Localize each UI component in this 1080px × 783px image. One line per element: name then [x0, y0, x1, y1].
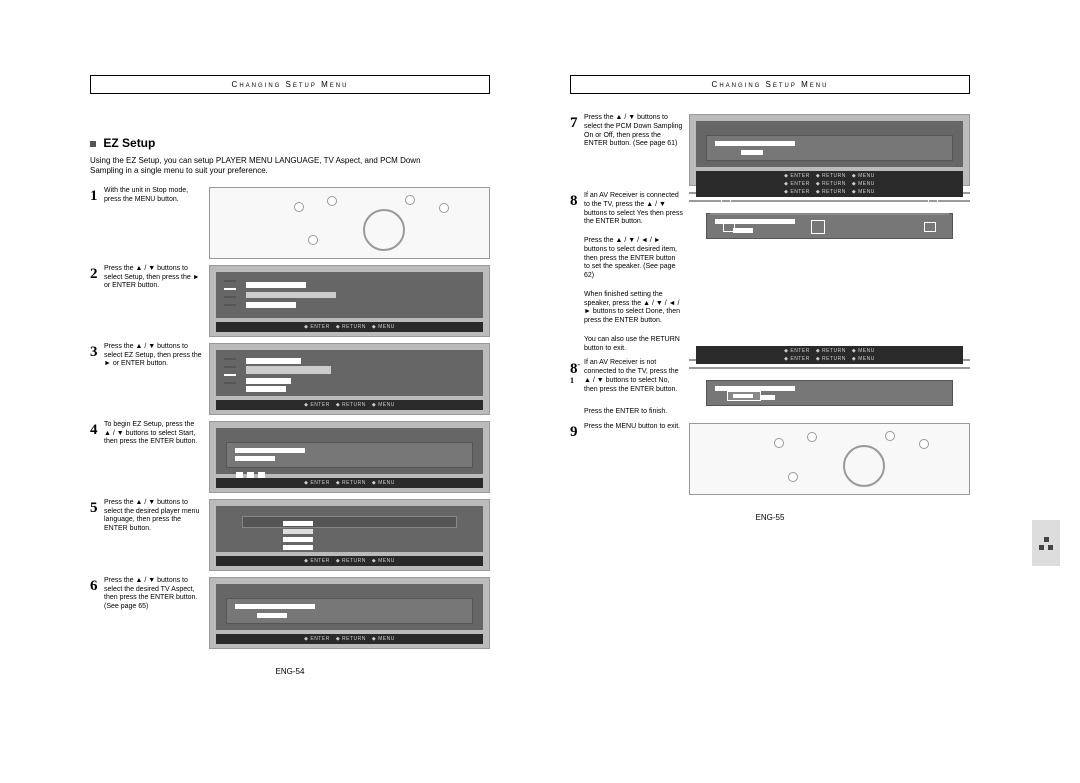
step-2: 2 Press the ▲ / ▼ buttons to select Setu…: [90, 265, 490, 337]
page-right: Changing Setup Menu 7 Press the ▲ / ▼ bu…: [570, 75, 970, 522]
step-8-1: 8-1 If an AV Receiver is not connected t…: [570, 359, 970, 417]
section-tab: [1032, 520, 1060, 566]
tab-square-icon: [1044, 537, 1049, 542]
screen-illustration: ◆ ENTER ◆ RETURN ◆ MENU: [209, 265, 490, 337]
osd-footer: ◆ ENTER ◆ RETURN ◆ MENU: [216, 634, 483, 644]
tab-square-icon: [1039, 545, 1044, 550]
step-7: 7 Press the ▲ / ▼ buttons to select the …: [570, 114, 970, 186]
intro-text: Using the EZ Setup, you can setup PLAYER…: [90, 156, 490, 177]
remote-illustration: [689, 423, 970, 495]
page-number-left: ENG-54: [90, 667, 490, 676]
step-8: 8 If an AV Receiver is connected to the …: [570, 192, 970, 353]
speaker-setup-illustration: ◆ ENTER◆ RETURN◆ MENU: [689, 200, 970, 202]
screen-illustration: ◆ ENTER ◆ RETURN ◆ MENU: [689, 114, 970, 186]
header-title-left: Changing Setup Menu: [90, 75, 490, 94]
step-9: 9 Press the MENU button to exit.: [570, 423, 970, 495]
step-1: 1 With the unit in Stop mode, press the …: [90, 187, 490, 259]
step-4: 4 To begin EZ Setup, press the ▲ / ▼ but…: [90, 421, 490, 493]
osd-footer: ◆ ENTER ◆ RETURN ◆ MENU: [216, 400, 483, 410]
tab-square-icon: [1048, 545, 1053, 550]
section-title: EZ Setup: [90, 136, 490, 150]
step-3: 3 Press the ▲ / ▼ buttons to select EZ S…: [90, 343, 490, 415]
screen-illustration: ◆ ENTER◆ RETURN◆ MENU: [689, 367, 970, 369]
remote-illustration: [209, 187, 490, 259]
step-6: 6 Press the ▲ / ▼ buttons to select the …: [90, 577, 490, 649]
screen-illustration: ◆ ENTER ◆ RETURN ◆ MENU: [209, 421, 490, 493]
osd-footer: ◆ ENTER ◆ RETURN ◆ MENU: [216, 322, 483, 332]
screen-illustration: ◆ ENTER ◆ RETURN ◆ MENU: [209, 343, 490, 415]
square-bullet-icon: [90, 141, 96, 147]
page-number-right: ENG-55: [570, 513, 970, 522]
osd-footer: ◆ ENTER ◆ RETURN ◆ MENU: [216, 478, 483, 488]
screen-illustration: ◆ ENTER ◆ RETURN ◆ MENU: [209, 577, 490, 649]
osd-footer: ◆ ENTER ◆ RETURN ◆ MENU: [216, 556, 483, 566]
header-title-right: Changing Setup Menu: [570, 75, 970, 94]
page-left: Changing Setup Menu EZ Setup Using the E…: [90, 75, 490, 676]
step-5: 5 Press the ▲ / ▼ buttons to select the …: [90, 499, 490, 571]
screen-illustration: ◆ ENTER ◆ RETURN ◆ MENU: [209, 499, 490, 571]
